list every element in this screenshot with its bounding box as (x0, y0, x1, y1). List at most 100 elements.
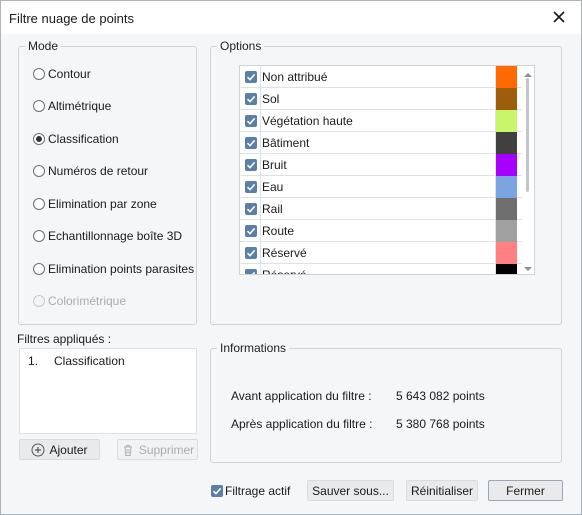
radio-button[interactable] (33, 68, 45, 80)
scroll-down-icon[interactable] (523, 262, 533, 271)
class-option-row[interactable]: Non attribué (240, 66, 522, 88)
mode-option-2[interactable]: Classification (33, 130, 119, 148)
checkbox-check-icon[interactable] (245, 71, 257, 83)
class-color-swatch[interactable] (495, 242, 517, 264)
close-button-label: Fermer (506, 483, 545, 498)
radio-button[interactable] (33, 133, 45, 145)
applied-filters-label: Filtres appliqués : (17, 332, 112, 346)
class-option-row[interactable]: Sol (240, 88, 522, 110)
column-divider (260, 176, 261, 198)
radio-button[interactable] (33, 230, 45, 242)
class-option-label: Non attribué (262, 70, 328, 84)
class-option-row[interactable]: Route (240, 220, 522, 242)
mode-option-label: Altimétrique (48, 99, 112, 113)
class-option-row[interactable]: Rail (240, 198, 522, 220)
scroll-up-icon[interactable] (523, 68, 533, 77)
class-color-swatch[interactable] (495, 198, 517, 220)
mode-option-4[interactable]: Elimination par zone (33, 195, 157, 213)
applied-filter-item[interactable]: 1. Classification (28, 354, 125, 368)
mode-option-7: Colorimétrique (33, 292, 126, 310)
active-filter-checkbox[interactable]: Filtrage actif (211, 484, 290, 498)
mode-option-6[interactable]: Elimination points parasites (33, 260, 194, 278)
add-filter-label: Ajouter (49, 442, 88, 457)
class-option-label: Route (262, 224, 295, 238)
class-option-row[interactable]: Bruit (240, 154, 522, 176)
column-divider (260, 110, 261, 132)
trash-icon (121, 443, 135, 457)
radio-button (33, 295, 45, 307)
class-color-swatch[interactable] (495, 220, 517, 242)
class-option-label: Bâtiment (262, 136, 310, 150)
mode-option-label: Numéros de retour (48, 164, 149, 178)
class-option-row[interactable]: Eau (240, 176, 522, 198)
checkbox-check-icon[interactable] (245, 203, 257, 215)
checkbox-check-icon[interactable] (245, 225, 257, 237)
mode-option-0[interactable]: Contour (33, 65, 91, 83)
class-option-row[interactable]: Réservé (240, 264, 522, 275)
class-color-swatch[interactable] (495, 110, 517, 132)
class-color-swatch[interactable] (495, 88, 517, 110)
class-color-swatch[interactable] (495, 132, 517, 154)
class-option-label: Bruit (262, 158, 287, 172)
class-option-row[interactable]: Végétation haute (240, 110, 522, 132)
mode-option-5[interactable]: Echantillonnage boîte 3D (33, 227, 182, 245)
class-color-swatch[interactable] (495, 154, 517, 176)
mode-option-label: Colorimétrique (48, 294, 127, 308)
save-as-label: Sauver sous... (312, 483, 389, 498)
class-color-swatch[interactable] (495, 66, 517, 88)
class-option-row[interactable]: Bâtiment (240, 132, 522, 154)
reset-label: Réinitialiser (410, 483, 474, 498)
column-divider (260, 242, 261, 264)
column-divider (260, 154, 261, 176)
class-option-label: Végétation haute (262, 114, 353, 128)
checkbox-check-icon[interactable] (245, 137, 257, 149)
filter-number: 1. (28, 354, 39, 368)
column-divider (260, 132, 261, 154)
checkbox-check-icon[interactable] (245, 181, 257, 193)
active-filter-label: Filtrage actif (225, 484, 291, 498)
checkbox-check-icon[interactable] (245, 159, 257, 171)
column-divider (260, 264, 261, 274)
save-as-button[interactable]: Sauver sous... (307, 480, 394, 501)
mode-option-1[interactable]: Altimétrique (33, 97, 111, 115)
column-divider (260, 88, 261, 110)
column-divider (260, 220, 261, 242)
information-group: Informations (210, 341, 562, 463)
checkbox-check-icon[interactable] (245, 247, 257, 259)
before-filter-label: Avant application du filtre : (231, 389, 372, 403)
radio-button[interactable] (33, 263, 45, 275)
scroll-thumb[interactable] (526, 78, 529, 192)
class-option-label: Réservé (262, 268, 307, 275)
column-divider (260, 198, 261, 220)
close-icon[interactable] (547, 5, 571, 29)
class-color-swatch[interactable] (495, 264, 517, 274)
information-group-label: Informations (217, 341, 290, 355)
options-scrollbar[interactable] (522, 66, 534, 274)
after-filter-value: 5 380 768 points (396, 417, 485, 431)
add-filter-button[interactable]: Ajouter (19, 439, 100, 460)
class-color-swatch[interactable] (495, 176, 517, 198)
class-options-list[interactable]: Non attribué Sol Végétation haute Bâtiment B… (239, 65, 535, 275)
remove-filter-button[interactable]: Supprimer (117, 439, 198, 460)
title-bar: Filtre nuage de points (1, 1, 581, 34)
class-option-label: Sol (262, 92, 280, 106)
close-button[interactable]: Fermer (488, 480, 563, 501)
radio-button[interactable] (33, 198, 45, 210)
mode-option-label: Elimination par zone (48, 197, 157, 211)
mode-option-label: Classification (48, 132, 119, 146)
reset-button[interactable]: Réinitialiser (406, 480, 478, 501)
mode-group: Mode (18, 39, 197, 325)
radio-button[interactable] (33, 100, 45, 112)
mode-option-3[interactable]: Numéros de retour (33, 162, 148, 180)
options-group-label: Options (217, 39, 265, 53)
checkbox-check-icon[interactable] (245, 269, 257, 274)
mode-option-label: Contour (48, 67, 91, 81)
checkbox-check-icon[interactable] (245, 93, 257, 105)
class-option-row[interactable]: Réservé (240, 242, 522, 264)
class-option-label: Eau (262, 180, 284, 194)
filter-name: Classification (54, 354, 125, 368)
checkbox-check-icon[interactable] (245, 115, 257, 127)
radio-button[interactable] (33, 165, 45, 177)
checkbox-check-icon (211, 485, 223, 497)
applied-filters-list[interactable]: 1. Classification (19, 348, 197, 434)
